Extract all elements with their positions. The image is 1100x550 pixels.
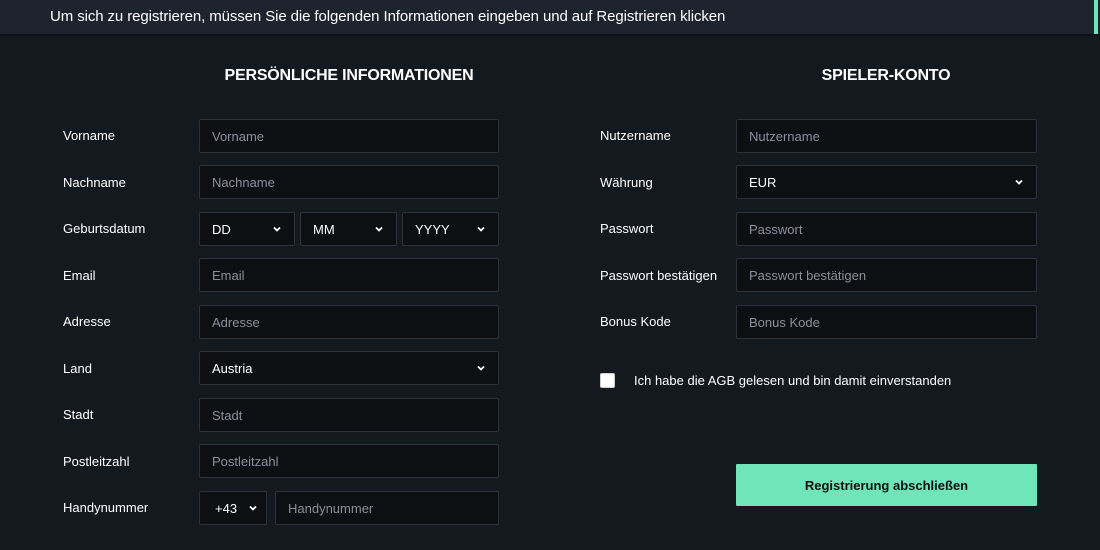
currency-label: Währung	[600, 175, 653, 190]
address-label: Adresse	[63, 314, 111, 329]
terms-checkbox[interactable]	[600, 373, 615, 388]
password-confirm-label: Passwort bestätigen	[600, 268, 718, 283]
address-input[interactable]	[199, 305, 499, 339]
chevron-down-icon	[1015, 179, 1023, 185]
last-name-label: Nachname	[63, 175, 126, 190]
birth-month-value: MM	[313, 221, 335, 237]
username-label: Nutzername	[600, 128, 671, 143]
email-label: Email	[63, 268, 96, 283]
birth-month-select[interactable]: MM	[300, 212, 397, 246]
phone-input[interactable]	[275, 491, 499, 525]
instruction-header: Um sich zu registrieren, müssen Sie die …	[0, 0, 1100, 34]
city-label: Stadt	[63, 407, 94, 422]
phone-label: Handynummer	[63, 500, 149, 515]
personal-info-title: PERSÖNLICHE INFORMATIONEN	[224, 67, 474, 84]
email-input[interactable]	[199, 258, 499, 292]
currency-value: EUR	[749, 174, 777, 190]
chevron-down-icon	[477, 226, 485, 232]
bonus-code-label: Bonus Kode	[600, 314, 671, 329]
terms-label[interactable]: Ich habe die AGB gelesen und bin damit e…	[634, 373, 951, 388]
chevron-down-icon	[273, 226, 281, 232]
phone-prefix-value: +43	[215, 500, 238, 516]
password-input[interactable]	[736, 212, 1037, 246]
city-input[interactable]	[199, 398, 499, 432]
last-name-input[interactable]	[199, 165, 499, 199]
complete-registration-button[interactable]: Registrierung abschließen	[736, 464, 1037, 506]
instruction-text: Um sich zu registrieren, müssen Sie die …	[50, 8, 726, 25]
username-input[interactable]	[736, 119, 1037, 153]
bonus-code-input[interactable]	[736, 305, 1037, 339]
country-value: Austria	[212, 360, 253, 376]
country-select[interactable]: Austria	[199, 351, 499, 385]
birth-day-select[interactable]: DD	[199, 212, 295, 246]
first-name-label: Vorname	[63, 128, 116, 143]
chevron-down-icon	[477, 365, 485, 371]
first-name-input[interactable]	[199, 119, 499, 153]
password-label: Passwort	[600, 221, 654, 236]
postal-code-input[interactable]	[199, 444, 499, 478]
chevron-down-icon	[249, 505, 257, 511]
player-account-title: SPIELER-KONTO	[821, 67, 951, 84]
phone-prefix-select[interactable]: +43	[199, 491, 267, 525]
accent-bar	[1094, 0, 1098, 34]
birth-day-value: DD	[212, 221, 231, 237]
currency-select[interactable]: EUR	[736, 165, 1037, 199]
postal-code-label: Postleitzahl	[63, 454, 130, 469]
birth-year-select[interactable]: YYYY	[402, 212, 499, 246]
country-label: Land	[63, 361, 92, 376]
birthdate-label: Geburtsdatum	[63, 221, 146, 236]
chevron-down-icon	[375, 226, 383, 232]
password-confirm-input[interactable]	[736, 258, 1037, 292]
birth-year-value: YYYY	[415, 221, 450, 237]
